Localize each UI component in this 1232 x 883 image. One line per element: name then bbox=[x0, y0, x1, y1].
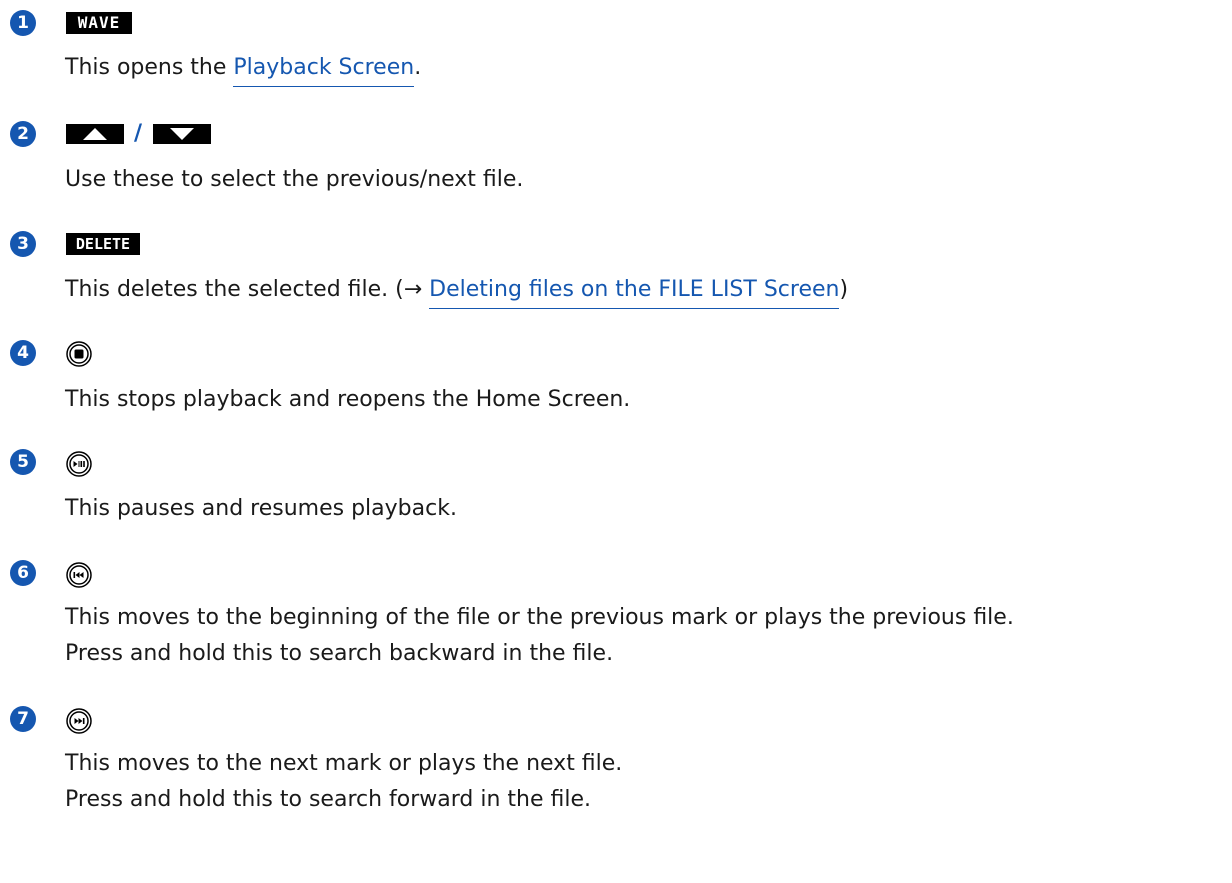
deleting-files-link[interactable]: Deleting files on the FILE LIST Screen bbox=[429, 277, 840, 309]
item-description: This opens the Playback Screen. bbox=[65, 50, 421, 87]
fast-forward-button-icon bbox=[66, 708, 92, 734]
step-number-4: 4 bbox=[10, 340, 36, 366]
step-number-2: 2 bbox=[10, 121, 36, 147]
step-number-3: 3 bbox=[10, 231, 36, 257]
item-description: This moves to the beginning of the file … bbox=[65, 605, 1014, 666]
wave-button-label: WAVE bbox=[66, 12, 132, 34]
item-description: This stops playback and reopens the Home… bbox=[65, 387, 631, 412]
step-number-1: 1 bbox=[10, 10, 36, 36]
item-description: Use these to select the previous/next fi… bbox=[65, 167, 524, 192]
stop-button-icon bbox=[66, 341, 92, 367]
step-number-5: 5 bbox=[10, 449, 36, 475]
item-description: This deletes the selected file. (→ Delet… bbox=[65, 272, 848, 309]
step-number-6: 6 bbox=[10, 560, 36, 586]
step-number-7: 7 bbox=[10, 706, 36, 732]
rewind-button-icon bbox=[66, 562, 92, 588]
play-pause-button-icon bbox=[66, 451, 92, 477]
separator: / bbox=[134, 121, 143, 146]
down-arrow-button-icon bbox=[153, 124, 211, 144]
up-arrow-button-icon bbox=[66, 124, 124, 144]
playback-screen-link[interactable]: Playback Screen bbox=[233, 55, 415, 87]
item-description: This pauses and resumes playback. bbox=[65, 496, 457, 521]
item-description: This moves to the next mark or plays the… bbox=[65, 751, 623, 812]
delete-button-label: DELETE bbox=[66, 233, 140, 255]
